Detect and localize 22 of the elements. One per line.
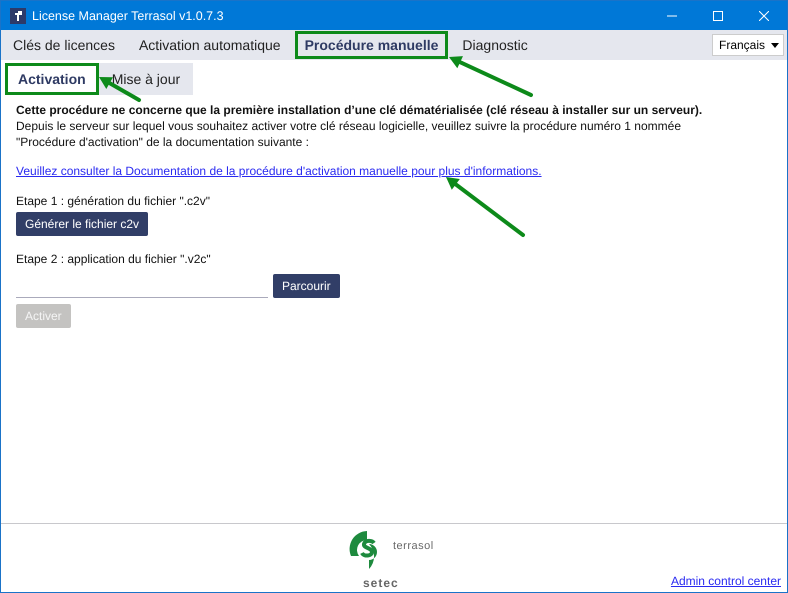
- logo-text: terrasol: [393, 540, 434, 552]
- subtab[interactable]: Mise à jour: [98, 63, 194, 95]
- tab[interactable]: Activation automatique: [128, 31, 291, 59]
- browse-button[interactable]: Parcourir: [273, 274, 340, 298]
- subtab[interactable]: Activation: [5, 63, 99, 95]
- language-dropdown[interactable]: Français: [712, 34, 784, 56]
- step-label: Etape 1 : génération du fichier ".c2v": [16, 194, 210, 208]
- caret-icon: [771, 42, 779, 48]
- intro-text: Depuis le serveur sur lequel vous souhaitez activer votre clé réseau logicielle, veuillez suivre la procédure numéro 1 nommée "Procédure d'activation" de la documentation suivante :: [16, 118, 682, 150]
- maximize-icon: [713, 10, 723, 20]
- app-icon: [10, 8, 26, 24]
- tab[interactable]: Clés de licences: [3, 31, 125, 59]
- intro-heading: Cette procédure ne concerne que la première installation d’une clé dématérialisée (clé réseau à installer sur un serveur).: [16, 103, 702, 118]
- window-title: License Manager Terrasol v1.0.7.3: [32, 8, 225, 22]
- brand-text: setec: [363, 576, 400, 590]
- generate-button[interactable]: Générer le fichier c2v: [16, 212, 148, 236]
- tab[interactable]: Diagnostic: [452, 31, 538, 59]
- close-icon: [759, 10, 769, 20]
- tab[interactable]: Procédure manuelle: [294, 31, 448, 59]
- documentation-link[interactable]: Veuillez consulter la Documentation de la procédure d'activation manuelle pour plus d'informations.: [16, 164, 542, 178]
- step-label: Etape 2 : application du fichier ".v2c": [16, 252, 211, 266]
- admin-link[interactable]: Admin control center: [670, 574, 781, 588]
